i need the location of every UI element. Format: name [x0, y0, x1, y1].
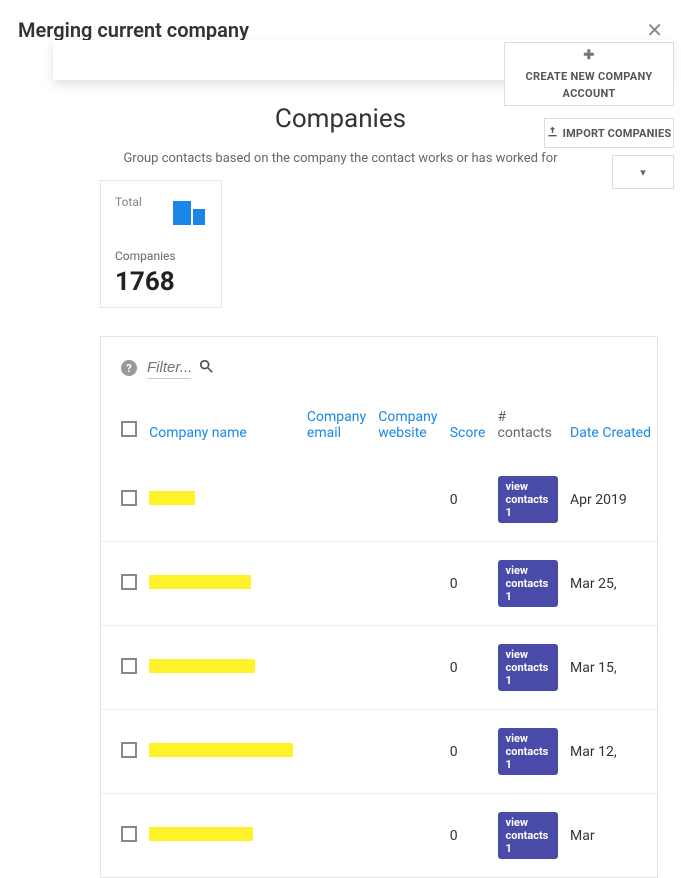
table-row: 0view contacts 1Mar 25,: [101, 542, 657, 626]
company-name-redacted[interactable]: [149, 827, 253, 841]
date-cell: Mar: [564, 794, 657, 878]
view-contacts-button[interactable]: view contacts 1: [498, 728, 559, 775]
row-checkbox[interactable]: [121, 658, 137, 674]
column-company-website[interactable]: Company website: [372, 395, 443, 458]
column-score[interactable]: Score: [444, 395, 492, 458]
row-checkbox[interactable]: [121, 574, 137, 590]
create-button-label: CREATE NEW COMPANY ACCOUNT: [505, 69, 673, 102]
table-row: 0view contacts 1Mar 15,: [101, 626, 657, 710]
company-name-redacted[interactable]: [149, 659, 255, 673]
view-contacts-button[interactable]: view contacts 1: [498, 560, 559, 607]
search-icon[interactable]: [199, 359, 213, 377]
date-cell: Mar 25,: [564, 542, 657, 626]
date-cell: Mar 15,: [564, 626, 657, 710]
modal-title: Merging current company: [18, 18, 249, 42]
score-cell: 0: [444, 542, 492, 626]
row-checkbox[interactable]: [121, 742, 137, 758]
score-cell: 0: [444, 710, 492, 794]
table-header-row: Company name Company email Company websi…: [101, 395, 657, 458]
company-name-redacted[interactable]: [149, 491, 195, 505]
options-dropdown-button[interactable]: ▾: [612, 155, 674, 189]
view-contacts-button[interactable]: view contacts 1: [498, 476, 559, 523]
score-cell: 0: [444, 794, 492, 878]
chevron-down-icon: ▾: [640, 166, 646, 179]
help-icon[interactable]: ?: [121, 360, 137, 376]
upload-icon: [547, 126, 558, 140]
score-cell: 0: [444, 458, 492, 542]
create-new-company-button[interactable]: ✚ CREATE NEW COMPANY ACCOUNT: [504, 42, 674, 106]
table-row: 0view contacts 1Apr 2019: [101, 458, 657, 542]
import-companies-button[interactable]: IMPORT COMPANIES: [544, 118, 674, 148]
plus-icon: ✚: [583, 46, 594, 66]
row-checkbox[interactable]: [121, 826, 137, 842]
view-contacts-button[interactable]: view contacts 1: [498, 812, 559, 859]
table-row: 0view contacts 1Mar 12,: [101, 710, 657, 794]
column-date-created[interactable]: Date Created: [564, 395, 657, 458]
view-contacts-button[interactable]: view contacts 1: [498, 644, 559, 691]
table-row: 0view contacts 1Mar: [101, 794, 657, 878]
column-contacts: # contacts: [492, 395, 565, 458]
page-subtitle: Group contacts based on the company the …: [0, 151, 681, 166]
filter-input[interactable]: [147, 357, 191, 379]
company-name-redacted[interactable]: [149, 743, 293, 757]
close-icon[interactable]: ✕: [646, 18, 663, 42]
import-button-label: IMPORT COMPANIES: [563, 127, 672, 140]
companies-label: Companies: [115, 249, 207, 263]
column-company-name[interactable]: Company name: [143, 395, 301, 458]
total-companies-card: Total Companies 1768: [100, 180, 222, 308]
companies-count: 1768: [115, 267, 207, 297]
companies-table-container: ? Company name Company email Company web…: [100, 336, 658, 878]
select-all-checkbox[interactable]: [121, 421, 137, 437]
company-name-redacted[interactable]: [149, 575, 251, 589]
date-cell: Mar 12,: [564, 710, 657, 794]
row-checkbox[interactable]: [121, 490, 137, 506]
score-cell: 0: [444, 626, 492, 710]
date-cell: Apr 2019: [564, 458, 657, 542]
buildings-icon: [171, 195, 207, 231]
column-company-email[interactable]: Company email: [301, 395, 372, 458]
